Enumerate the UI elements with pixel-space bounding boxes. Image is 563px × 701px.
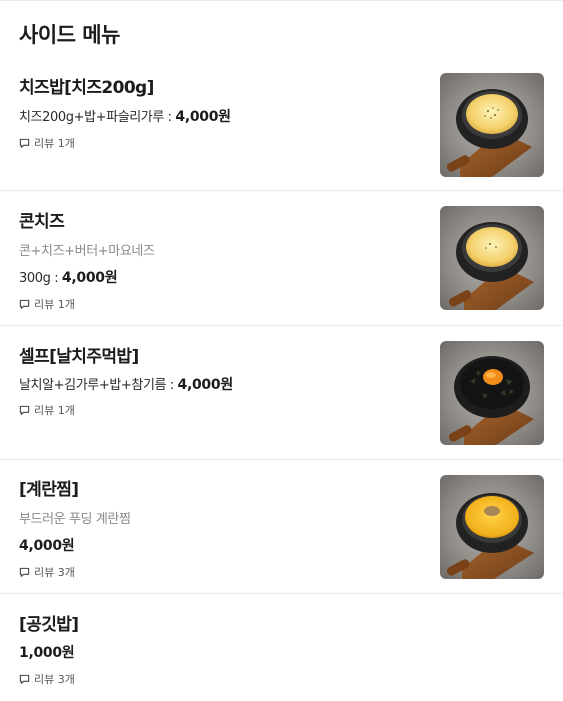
menu-item-price: 4,000원: [175, 109, 231, 125]
description-text: 날치알+김가루+밥+참기름 :: [19, 378, 178, 393]
corn-cheese-bowl-image: [440, 206, 544, 310]
review-label: 리뷰 1개: [34, 404, 75, 417]
comment-icon: [19, 674, 30, 684]
review-count: 리뷰 1개: [19, 402, 75, 418]
menu-item-name: 콘치즈: [19, 212, 65, 232]
flying-fish-roe-rice-bowl-image: [440, 341, 544, 445]
menu-item-price: 4,000원: [61, 270, 118, 286]
menu-item-cheese-rice[interactable]: 치즈밥[치즈200g] 치즈200g+밥+파슬리가루 : 4,000원 리뷰 1…: [0, 56, 563, 191]
menu-item-name: [계란찜]: [19, 480, 79, 500]
menu-item-price-line: 1,000원: [19, 642, 75, 662]
spec-text: 300g :: [19, 271, 62, 286]
review-count: 리뷰 1개: [19, 296, 75, 312]
menu-item-price: 4,000원: [177, 377, 234, 393]
review-count: 리뷰 3개: [19, 671, 75, 687]
menu-item-spec-price: 300g : 4,000원: [19, 267, 118, 287]
section-title: 사이드 메뉴: [19, 23, 120, 47]
menu-item-description: 날치알+김가루+밥+참기름 : 4,000원: [19, 374, 233, 394]
description-text: 치즈200g+밥+파슬리가루 :: [19, 110, 176, 125]
menu-item-name: [공깃밥]: [19, 615, 79, 635]
menu-item-price: 4,000원: [19, 538, 75, 554]
menu-item-rice[interactable]: [공깃밥] 1,000원 리뷰 3개: [0, 594, 563, 701]
cheese-rice-bowl-image: [440, 73, 544, 177]
comment-icon: [19, 567, 30, 577]
menu-item-name: 셀프[날치주먹밥]: [19, 347, 139, 367]
menu-item-steamed-egg[interactable]: [계란찜] 부드러운 푸딩 계란찜 4,000원 리뷰 3개: [0, 460, 563, 594]
menu-item-price: 1,000원: [19, 645, 75, 661]
review-label: 리뷰 3개: [34, 566, 75, 579]
menu-item-description: 부드러운 푸딩 계란찜: [19, 512, 131, 527]
review-count: 리뷰 3개: [19, 564, 75, 580]
side-menu-page: 사이드 메뉴 치즈밥[치즈200g] 치즈200g+밥+파슬리가루 : 4,00…: [0, 0, 563, 701]
menu-item-description: 치즈200g+밥+파슬리가루 : 4,000원: [19, 106, 231, 126]
comment-icon: [19, 299, 30, 309]
menu-item-description: 콘+치즈+버터+마요네즈: [19, 244, 155, 259]
review-count: 리뷰 1개: [19, 135, 75, 151]
review-label: 리뷰 1개: [34, 137, 75, 150]
steamed-egg-bowl-image: [440, 475, 544, 579]
review-label: 리뷰 1개: [34, 298, 75, 311]
menu-item-corn-cheese[interactable]: 콘치즈 콘+치즈+버터+마요네즈 300g : 4,000원 리뷰 1개: [0, 191, 563, 326]
menu-item-price-line: 4,000원: [19, 535, 75, 555]
menu-item-name: 치즈밥[치즈200g]: [19, 78, 154, 98]
comment-icon: [19, 138, 30, 148]
menu-item-flying-fish-rice[interactable]: 셀프[날치주먹밥] 날치알+김가루+밥+참기름 : 4,000원 리뷰 1개: [0, 326, 563, 460]
review-label: 리뷰 3개: [34, 673, 75, 686]
comment-icon: [19, 405, 30, 415]
